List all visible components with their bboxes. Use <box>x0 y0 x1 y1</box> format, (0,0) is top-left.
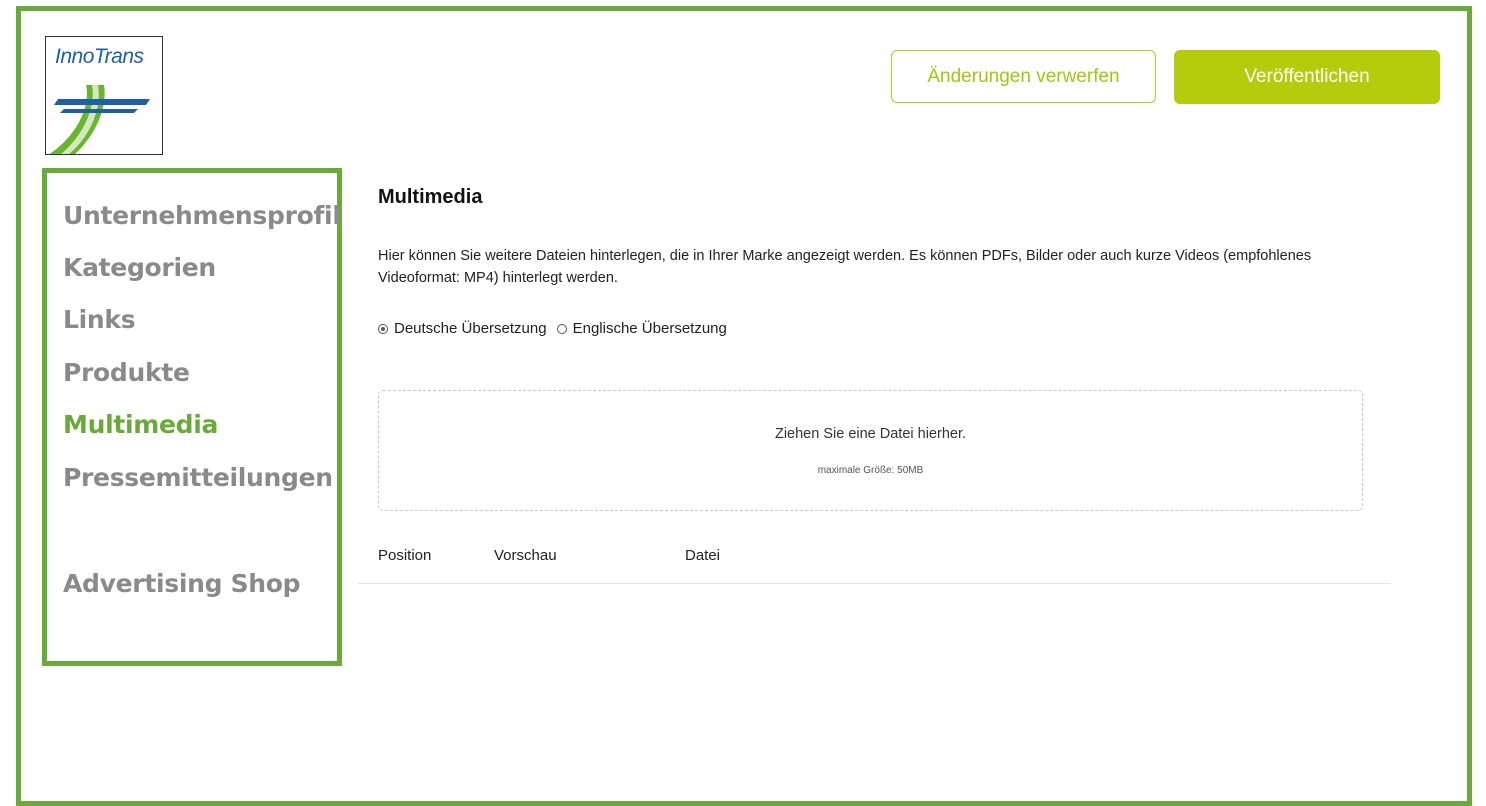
sidebar-item-produkte[interactable]: Produkte <box>63 358 190 387</box>
sidebar-item-kategorien[interactable]: Kategorien <box>63 253 216 282</box>
radio-german[interactable]: Deutsche Übersetzung <box>378 320 547 337</box>
radio-checked-icon[interactable] <box>378 323 388 334</box>
column-header-preview[interactable]: Vorschau <box>494 547 557 564</box>
section-description: Hier können Sie weitere Dateien hinterle… <box>378 248 1312 286</box>
rail-track-icon <box>49 85 150 154</box>
dropzone-size-hint: maximale Größe: 50MB <box>817 465 924 476</box>
radio-german-label: Deutsche Übersetzung <box>394 320 547 337</box>
column-header-position[interactable]: Position <box>378 547 431 564</box>
radio-english-label: Englische Übersetzung <box>572 320 727 337</box>
sidebar-nav: Unternehmensprofil Kategorien Links Prod… <box>42 168 342 666</box>
media-table-header: Position Vorschau Datei <box>358 545 1391 584</box>
publish-button[interactable]: Veröffentlichen <box>1174 50 1440 104</box>
radio-english[interactable]: Englische Übersetzung <box>556 320 727 337</box>
column-header-file[interactable]: Datei <box>685 547 720 564</box>
file-dropzone[interactable]: Ziehen Sie eine Datei hierher. maximale … <box>378 390 1363 511</box>
sidebar-item-pressemitteilungen[interactable]: Pressemitteilungen <box>63 463 333 492</box>
innotrans-logo[interactable]: InnoTrans <box>45 36 163 155</box>
logo-text: InnoTrans <box>55 45 144 68</box>
language-radio-group: Deutsche Übersetzung Englische Übersetzu… <box>378 320 737 337</box>
radio-unchecked-icon[interactable] <box>556 323 567 334</box>
sidebar-item-multimedia[interactable]: Multimedia <box>63 410 218 439</box>
dropzone-title: Ziehen Sie eine Datei hierher. <box>774 426 967 442</box>
sidebar-item-links[interactable]: Links <box>63 305 136 334</box>
sidebar-item-unternehmensprofil[interactable]: Unternehmensprofil <box>63 201 341 230</box>
discard-changes-button[interactable]: Änderungen verwerfen <box>891 50 1156 103</box>
page-title: Multimedia <box>378 186 483 208</box>
sidebar-item-advertising-shop[interactable]: Advertising Shop <box>63 569 301 598</box>
